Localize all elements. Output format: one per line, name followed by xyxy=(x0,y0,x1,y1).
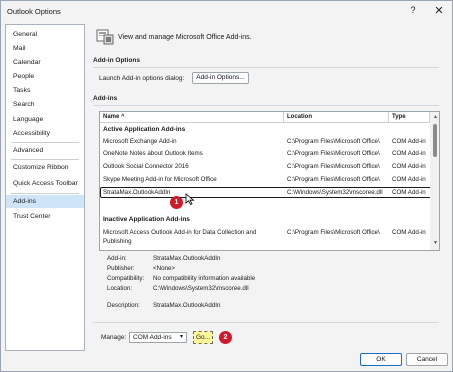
sidebar-item-calendar[interactable]: Calendar xyxy=(6,56,84,69)
addin-name: OneNote Notes about Outlook Items xyxy=(103,150,203,157)
addin-location: C:\Program Files\Microsoft Office\ xyxy=(287,138,380,145)
step-badge: 2 xyxy=(219,331,232,344)
detail-addin-label: Add-in: xyxy=(107,255,127,262)
go-button[interactable]: Go... xyxy=(193,331,213,344)
addin-location: C:\Program Files\Microsoft Office\ xyxy=(287,229,380,236)
addin-location: C:\Program Files\Microsoft Office\ xyxy=(287,176,380,183)
table-row[interactable]: Outlook Social Connector 2016 C:\Program… xyxy=(100,163,432,174)
addin-type: COM Add-in xyxy=(392,150,426,157)
addins-table[interactable]: Name ^ Location Type Active Application … xyxy=(99,111,440,251)
addin-name-continued: Publishing xyxy=(103,238,132,245)
addin-type: COM Add-in xyxy=(392,176,426,183)
group-header-inactive: Inactive Application Add-ins xyxy=(103,216,190,223)
detail-publisher-value: <None> xyxy=(153,265,176,272)
table-row[interactable]: Skype Meeting Add-in for Microsoft Offic… xyxy=(100,176,432,187)
table-row[interactable]: Microsoft Exchange Add-in C:\Program Fil… xyxy=(100,138,432,149)
addin-location: C:\Windows\System32\mscoree.dll xyxy=(287,189,383,196)
detail-addin-value: StrataMax.OutlookAddIn xyxy=(153,255,221,262)
addin-name: Microsoft Access Outlook Add-in for Data… xyxy=(103,229,257,236)
table-row[interactable]: OneNote Notes about Outlook Items C:\Pro… xyxy=(100,150,432,161)
cancel-button[interactable]: Cancel xyxy=(406,353,448,366)
scroll-down-icon[interactable]: ▼ xyxy=(433,240,438,246)
table-row[interactable]: Microsoft Access Outlook Add-in for Data… xyxy=(100,229,432,249)
addin-options-heading: Add-in Options xyxy=(93,57,140,64)
detail-description-label: Description: xyxy=(107,302,140,309)
sidebar-item-language[interactable]: Language xyxy=(6,113,84,126)
launch-options-label: Launch Add-in options dialog: xyxy=(99,75,185,82)
section-divider xyxy=(93,322,439,323)
section-divider xyxy=(93,105,439,106)
table-scrollbar[interactable]: ▲ ▼ xyxy=(430,112,439,250)
sidebar-item-trust-center[interactable]: Trust Center xyxy=(6,210,84,223)
addin-name: Outlook Social Connector 2016 xyxy=(103,163,189,170)
sidebar-item-add-ins[interactable]: Add-ins xyxy=(6,195,84,208)
addin-location: C:\Program Files\Microsoft Office\ xyxy=(287,163,380,170)
detail-location-label: Location: xyxy=(107,285,133,292)
scroll-up-icon[interactable]: ▲ xyxy=(433,114,438,120)
column-header-location[interactable]: Location xyxy=(284,112,389,123)
column-header-type[interactable]: Type xyxy=(389,112,430,123)
sidebar-divider xyxy=(11,142,79,143)
title-bar: Outlook Options ? ✕ xyxy=(1,1,452,21)
manage-label: Manage: xyxy=(101,334,127,341)
group-header-active: Active Application Add-ins xyxy=(103,126,186,133)
manage-selected-value: COM Add-ins xyxy=(133,334,172,341)
addin-name: Microsoft Exchange Add-in xyxy=(103,138,177,145)
detail-publisher-label: Publisher: xyxy=(107,265,135,272)
column-header-name[interactable]: Name ^ xyxy=(100,112,284,123)
manage-select[interactable]: COM Add-ins ▾ xyxy=(129,332,187,343)
options-sidebar: General Mail Calendar People Tasks Searc… xyxy=(5,24,85,351)
window-title: Outlook Options xyxy=(7,7,61,16)
detail-compat-value: No compatibility information available xyxy=(153,275,256,282)
chevron-down-icon: ▾ xyxy=(179,334,183,340)
outlook-options-dialog: Outlook Options ? ✕ General Mail Calenda… xyxy=(0,0,453,372)
sidebar-item-customize-ribbon[interactable]: Customize Ribbon xyxy=(6,161,84,174)
addin-name: Skype Meeting Add-in for Microsoft Offic… xyxy=(103,176,217,183)
header-text: View and manage Microsoft Office Add-ins… xyxy=(118,34,252,41)
sidebar-item-search[interactable]: Search xyxy=(6,98,84,111)
sidebar-divider xyxy=(11,193,79,194)
sidebar-item-advanced[interactable]: Advanced xyxy=(6,144,84,157)
step-badge: 1 xyxy=(170,196,183,209)
sidebar-item-people[interactable]: People xyxy=(6,70,84,83)
addins-heading: Add-ins xyxy=(93,95,118,102)
close-button[interactable]: ✕ xyxy=(433,4,445,17)
help-button[interactable]: ? xyxy=(407,5,419,17)
addin-type: COM Add-in xyxy=(392,138,426,145)
ok-button[interactable]: OK xyxy=(360,353,402,366)
addins-icon xyxy=(96,29,114,45)
detail-compat-label: Compatibility: xyxy=(107,275,145,282)
addin-type: COM Add-in xyxy=(392,229,426,236)
sidebar-item-tasks[interactable]: Tasks xyxy=(6,84,84,97)
addin-type: COM Add-in xyxy=(392,163,426,170)
sidebar-item-accessibility[interactable]: Accessibility xyxy=(6,127,84,140)
sidebar-item-mail[interactable]: Mail xyxy=(6,42,84,55)
detail-location-value: C:\Windows\System32\mscoree.dll xyxy=(153,285,249,292)
addin-options-button[interactable]: Add-in Options... xyxy=(192,72,249,84)
table-row-selected[interactable]: StrataMax.OutlookAddIn C:\Windows\System… xyxy=(100,189,432,200)
sidebar-item-quick-access-toolbar[interactable]: Quick Access Toolbar xyxy=(6,177,84,190)
detail-description-value: StrataMax.OutlookAddIn xyxy=(153,302,221,309)
sidebar-item-general[interactable]: General xyxy=(6,28,84,41)
mouse-cursor-icon xyxy=(185,193,195,205)
addin-type: COM Add-in xyxy=(392,189,426,196)
section-divider xyxy=(93,67,439,68)
scrollbar-thumb[interactable] xyxy=(433,124,437,157)
addin-location: C:\Program Files\Microsoft Office\ xyxy=(287,150,380,157)
sidebar-divider xyxy=(11,159,79,160)
